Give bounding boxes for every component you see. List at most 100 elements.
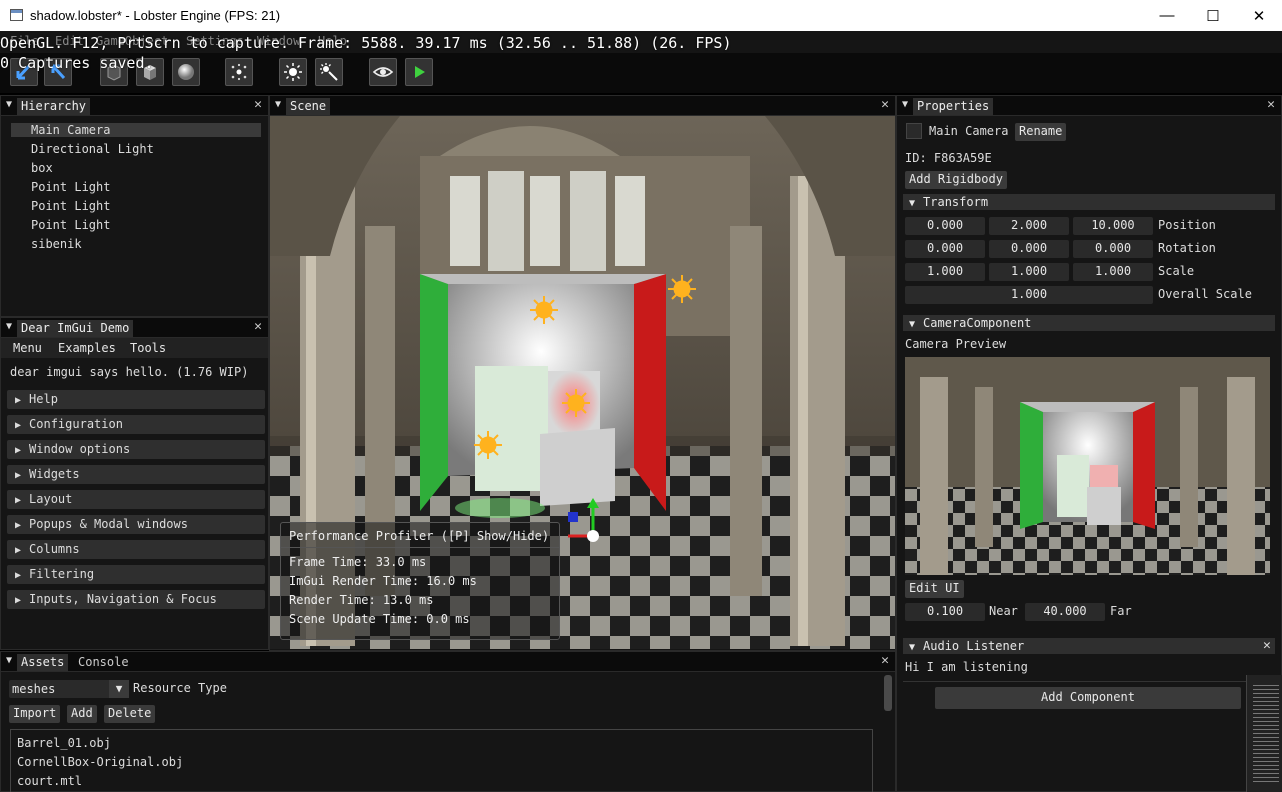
close-icon[interactable]: ✕ xyxy=(881,97,889,112)
menu-examples[interactable]: Examples xyxy=(58,341,116,355)
dropdown-arrow-icon[interactable]: ▼ xyxy=(109,680,129,698)
menu-menu[interactable]: Menu xyxy=(13,341,42,355)
audio-listener-header[interactable]: ▼ Audio Listener xyxy=(903,638,1275,654)
position-y-field[interactable]: 2.000 xyxy=(989,217,1069,235)
overlay-line-1: OpenGL. F12, PrtScrn to capture. Frame: … xyxy=(0,34,732,52)
minimap-thumbnail xyxy=(1246,675,1282,792)
properties-tab[interactable]: Properties xyxy=(913,98,994,115)
overall-scale-field[interactable]: 1.000 xyxy=(905,286,1153,304)
scale-label: Scale xyxy=(1158,264,1195,278)
section-layout[interactable]: ▶ Layout xyxy=(7,490,265,509)
minimize-button[interactable]: — xyxy=(1144,0,1190,31)
hierarchy-item[interactable]: Point Light xyxy=(31,180,110,194)
section-configuration[interactable]: ▶ Configuration xyxy=(7,415,265,434)
camera-component-header[interactable]: ▼ CameraComponent xyxy=(903,315,1275,331)
expand-arrow-icon: ▶ xyxy=(15,570,22,581)
delete-button[interactable]: Delete xyxy=(104,705,156,723)
profiler-line: Scene Update Time: 0.0 ms xyxy=(289,612,470,626)
asset-item[interactable]: Barrel_01.obj xyxy=(17,736,111,750)
hierarchy-item[interactable]: Main Camera xyxy=(31,123,110,137)
imgui-demo-panel: ▼ Dear ImGui Demo ✕ Menu Examples Tools … xyxy=(0,317,269,650)
position-z-field[interactable]: 10.000 xyxy=(1073,217,1153,235)
active-checkbox[interactable] xyxy=(906,123,922,139)
add-component-button[interactable]: Add Component xyxy=(935,687,1241,709)
camera-preview xyxy=(905,357,1270,575)
collapse-triangle-icon[interactable]: ▼ xyxy=(6,99,12,110)
rotation-y-field[interactable]: 0.000 xyxy=(989,240,1069,258)
close-icon[interactable]: ✕ xyxy=(881,653,889,668)
edit-ui-button[interactable]: Edit UI xyxy=(905,580,964,598)
scene-tab[interactable]: Scene xyxy=(286,98,331,115)
hierarchy-header: ▼ Hierarchy ✕ xyxy=(1,96,268,116)
performance-profiler: Performance Profiler ([P] Show/Hide) Fra… xyxy=(280,522,560,640)
hierarchy-item[interactable]: Directional Light xyxy=(31,142,154,156)
close-button[interactable]: ✕ xyxy=(1236,0,1282,31)
collapse-triangle-icon[interactable]: ▼ xyxy=(6,655,12,666)
profiler-line: Frame Time: 33.0 ms xyxy=(289,555,427,569)
imgui-demo-header: ▼ Dear ImGui Demo ✕ xyxy=(1,318,268,338)
section-help[interactable]: ▶ Help xyxy=(7,390,265,409)
expand-arrow-icon: ▶ xyxy=(15,545,22,556)
scale-y-field[interactable]: 1.000 xyxy=(989,263,1069,281)
asset-item[interactable]: CornellBox-Original.obj xyxy=(17,755,183,769)
rotation-x-field[interactable]: 0.000 xyxy=(905,240,985,258)
section-window-options[interactable]: ▶ Window options xyxy=(7,440,265,459)
section-columns[interactable]: ▶ Columns xyxy=(7,540,265,559)
remove-component-icon[interactable]: ✕ xyxy=(1263,638,1271,653)
import-button[interactable]: Import xyxy=(9,705,61,723)
near-field[interactable]: 0.100 xyxy=(905,603,985,621)
add-button[interactable]: Add xyxy=(67,705,97,723)
section-filtering[interactable]: ▶ Filtering xyxy=(7,565,265,584)
maximize-button[interactable]: ☐ xyxy=(1190,0,1236,31)
scene-viewport[interactable]: Performance Profiler ([P] Show/Hide) Fra… xyxy=(270,116,895,649)
hierarchy-item[interactable]: Point Light xyxy=(31,218,110,232)
collapse-triangle-icon[interactable]: ▼ xyxy=(6,321,12,332)
rotation-z-field[interactable]: 0.000 xyxy=(1073,240,1153,258)
section-popups[interactable]: ▶ Popups & Modal windows xyxy=(7,515,265,534)
assets-scrollbar[interactable] xyxy=(884,675,892,711)
section-inputs[interactable]: ▶ Inputs, Navigation & Focus xyxy=(7,590,265,609)
imgui-demo-tab[interactable]: Dear ImGui Demo xyxy=(17,320,134,337)
divider xyxy=(903,681,1275,682)
profiler-line: Render Time: 13.0 ms xyxy=(289,593,434,607)
app-icon xyxy=(10,9,23,21)
hierarchy-tab[interactable]: Hierarchy xyxy=(17,98,91,115)
collapse-triangle-icon[interactable]: ▼ xyxy=(902,99,908,110)
close-icon[interactable]: ✕ xyxy=(254,319,262,334)
scene-header: ▼ Scene ✕ xyxy=(270,96,895,116)
expand-arrow-icon: ▶ xyxy=(15,420,22,431)
window-title: shadow.lobster* - Lobster Engine (FPS: 2… xyxy=(30,8,281,23)
expand-arrow-icon: ▶ xyxy=(15,520,22,531)
rename-button[interactable]: Rename xyxy=(1015,123,1067,141)
assets-tab[interactable]: Assets xyxy=(17,654,69,671)
add-rigidbody-button[interactable]: Add Rigidbody xyxy=(905,171,1007,189)
resource-type-select[interactable]: meshes ▼ xyxy=(9,680,129,698)
section-widgets[interactable]: ▶ Widgets xyxy=(7,465,265,484)
far-field[interactable]: 40.000 xyxy=(1025,603,1105,621)
transform-header[interactable]: ▼ Transform xyxy=(903,194,1275,210)
collapse-arrow-icon: ▼ xyxy=(909,642,916,653)
resource-type-label: Resource Type xyxy=(133,681,227,695)
properties-header: ▼ Properties ✕ xyxy=(897,96,1281,116)
close-icon[interactable]: ✕ xyxy=(1267,97,1275,112)
scale-x-field[interactable]: 1.000 xyxy=(905,263,985,281)
asset-item[interactable]: court.mtl xyxy=(17,774,82,788)
position-x-field[interactable]: 0.000 xyxy=(905,217,985,235)
collapse-arrow-icon: ▼ xyxy=(909,319,916,330)
scale-z-field[interactable]: 1.000 xyxy=(1073,263,1153,281)
expand-arrow-icon: ▶ xyxy=(15,495,22,506)
far-label: Far xyxy=(1110,604,1132,618)
audio-listener-text: Hi I am listening xyxy=(905,660,1028,674)
imgui-hello-text: dear imgui says hello. (1.76 WIP) xyxy=(10,365,249,379)
hierarchy-item[interactable]: sibenik xyxy=(31,237,82,251)
console-tab[interactable]: Console xyxy=(74,654,133,671)
expand-arrow-icon: ▶ xyxy=(15,595,22,606)
hierarchy-item[interactable]: Point Light xyxy=(31,199,110,213)
hierarchy-item[interactable]: box xyxy=(31,161,53,175)
close-icon[interactable]: ✕ xyxy=(254,97,262,112)
camera-preview-label: Camera Preview xyxy=(905,337,1007,351)
menu-tools[interactable]: Tools xyxy=(130,341,166,355)
window-titlebar: shadow.lobster* - Lobster Engine (FPS: 2… xyxy=(0,0,1282,31)
profiler-line: ImGui Render Time: 16.0 ms xyxy=(289,574,477,588)
collapse-triangle-icon[interactable]: ▼ xyxy=(275,99,281,110)
